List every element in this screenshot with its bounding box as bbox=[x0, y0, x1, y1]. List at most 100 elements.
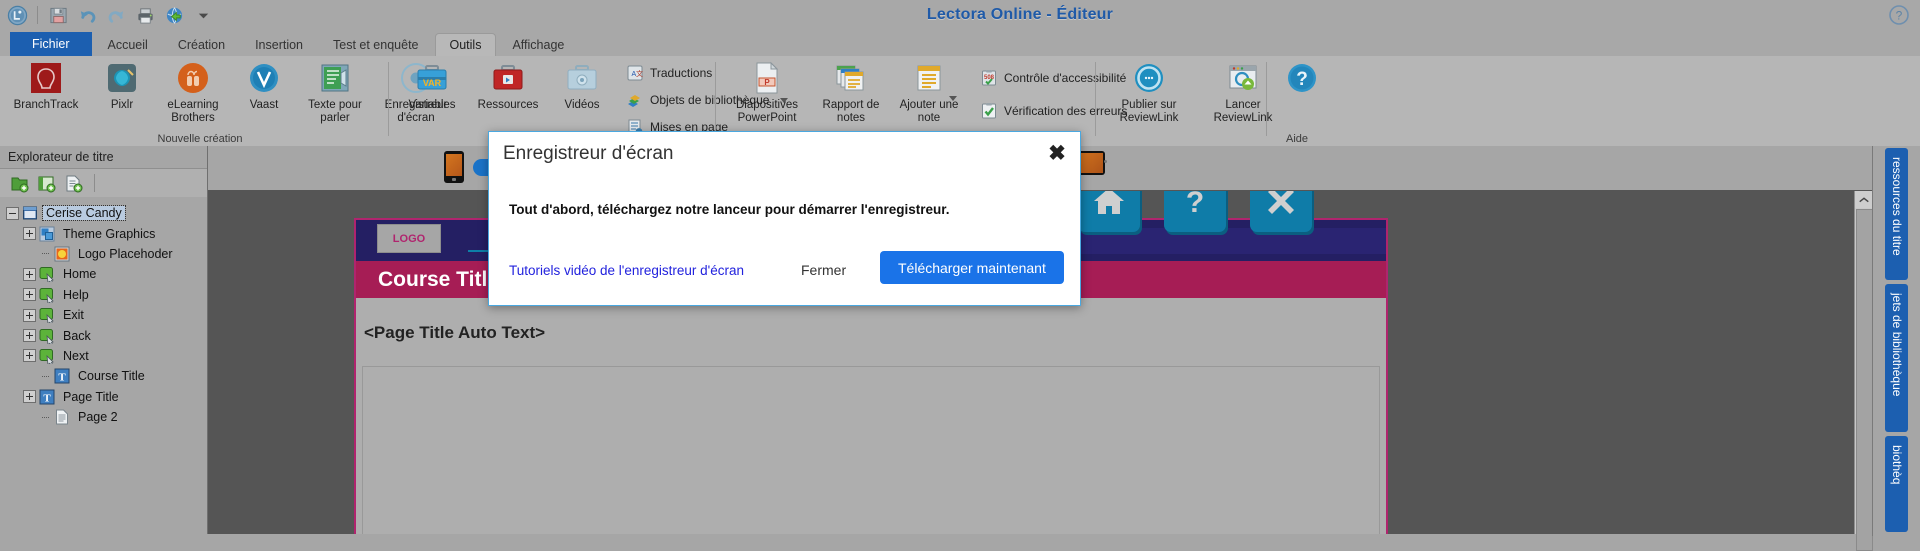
tab-outils[interactable]: Outils bbox=[434, 33, 497, 56]
undo-icon[interactable] bbox=[76, 4, 98, 26]
tree-leaf-marker bbox=[40, 371, 51, 382]
button-rapport-de-notes[interactable]: Rapport de notes bbox=[812, 56, 890, 124]
tree-item[interactable]: Theme Graphics bbox=[0, 223, 207, 243]
tree-toggle[interactable] bbox=[23, 267, 36, 281]
panel-title: Explorateur de titre bbox=[0, 146, 207, 169]
image-icon bbox=[54, 246, 70, 262]
help-question-icon-titlebar[interactable]: ? bbox=[1888, 4, 1910, 26]
add-note-icon bbox=[911, 60, 947, 96]
button-variables[interactable]: VAR Variables bbox=[396, 56, 468, 112]
logo-placeholder[interactable]: LOGO bbox=[377, 224, 441, 253]
button-ressources[interactable]: Ressources bbox=[468, 56, 548, 112]
tree-item[interactable]: T Page Title bbox=[0, 387, 207, 407]
publish-reviewlink-icon bbox=[1131, 60, 1167, 96]
text-icon: T bbox=[39, 389, 55, 405]
button-branchtrack[interactable]: BranchTrack bbox=[4, 56, 88, 112]
button-label: Diapositives PowerPoint bbox=[736, 99, 798, 124]
tree-toggle[interactable] bbox=[23, 288, 36, 302]
button-publier-sur-reviewlink[interactable]: Publier sur ReviewLink bbox=[1102, 56, 1196, 124]
tree-item-label: Exit bbox=[63, 308, 84, 323]
exit-button[interactable] bbox=[1250, 191, 1312, 232]
svg-text:?: ? bbox=[1296, 69, 1308, 90]
canvas-vertical-scrollbar[interactable] bbox=[1854, 191, 1873, 551]
chevron-down-icon[interactable] bbox=[192, 4, 214, 26]
toolbar-divider bbox=[37, 6, 38, 24]
tree-item[interactable]: Page 2 bbox=[0, 407, 207, 427]
add-section-icon[interactable] bbox=[37, 174, 56, 193]
add-page-icon[interactable] bbox=[64, 174, 83, 193]
svg-text:文: 文 bbox=[636, 69, 643, 78]
course-title-text: Course Title bbox=[378, 267, 499, 291]
tree-toggle[interactable] bbox=[23, 349, 36, 363]
tab-fichier[interactable]: Fichier bbox=[10, 32, 92, 56]
ribbon-divider bbox=[388, 62, 389, 136]
button-videos[interactable]: Vidéos bbox=[548, 56, 616, 112]
svg-text:T: T bbox=[43, 392, 51, 404]
tab-accueil[interactable]: Accueil bbox=[94, 34, 162, 56]
pixlr-icon bbox=[104, 60, 140, 96]
scroll-thumb[interactable] bbox=[1856, 209, 1873, 551]
chevron-down-icon[interactable] bbox=[949, 96, 957, 101]
tree-toggle[interactable] bbox=[23, 308, 36, 322]
print-icon[interactable] bbox=[134, 4, 156, 26]
branchtrack-icon bbox=[28, 60, 64, 96]
tab-library-objects[interactable]: jets de bibliothèque bbox=[1885, 284, 1908, 432]
tab-test-et-enquete[interactable]: Test et enquête bbox=[319, 34, 432, 56]
small-button-label: Traductions bbox=[650, 66, 713, 80]
add-chapter-icon[interactable] bbox=[10, 174, 29, 193]
button-label: Pixlr bbox=[110, 99, 134, 111]
save-icon[interactable] bbox=[47, 4, 69, 26]
title-explorer-toolbar bbox=[0, 169, 207, 198]
tree-item[interactable]: Logo Placehoder bbox=[0, 244, 207, 264]
button-ajouter-une-note[interactable]: Ajouter une note bbox=[890, 56, 968, 124]
ribbon-divider bbox=[715, 62, 716, 136]
close-icon[interactable]: ✖ bbox=[1047, 143, 1067, 164]
tree-item[interactable]: Home bbox=[0, 264, 207, 285]
preview-web-icon[interactable] bbox=[163, 4, 185, 26]
button-diapositives-powerpoint[interactable]: P Diapositives PowerPoint bbox=[722, 56, 812, 124]
redo-icon[interactable] bbox=[105, 4, 127, 26]
page-content-region[interactable] bbox=[362, 366, 1380, 534]
dialog-message: Tout d'abord, téléchargez notre lanceur … bbox=[509, 202, 950, 217]
home-button[interactable] bbox=[1078, 191, 1140, 232]
tree-item-label: Cerise Candy bbox=[42, 205, 126, 222]
tab-insertion[interactable]: Insertion bbox=[241, 34, 317, 56]
svg-text:?: ? bbox=[1896, 9, 1903, 23]
notes-report-icon bbox=[833, 60, 869, 96]
close-button[interactable]: Fermer bbox=[801, 262, 846, 278]
svg-text:508: 508 bbox=[984, 75, 995, 81]
tree-toggle[interactable] bbox=[23, 390, 36, 404]
tree-item[interactable]: T Course Title bbox=[0, 366, 207, 386]
close-x-icon bbox=[1268, 191, 1294, 214]
video-tutorials-link[interactable]: Tutoriels vidéo de l'enregistreur d'écra… bbox=[509, 263, 744, 278]
scroll-up-icon[interactable] bbox=[1855, 191, 1872, 208]
variables-icon: VAR bbox=[414, 60, 450, 96]
button-pixlr[interactable]: Pixlr bbox=[88, 56, 156, 112]
tree-toggle[interactable] bbox=[23, 227, 36, 241]
vaast-icon bbox=[246, 60, 282, 96]
tree-toggle[interactable] bbox=[23, 329, 36, 343]
button-elearning-brothers[interactable]: eLearning Brothers bbox=[156, 56, 230, 124]
download-now-button[interactable]: Télécharger maintenant bbox=[880, 251, 1064, 284]
button-aide[interactable]: ? bbox=[1268, 56, 1336, 99]
tree-toggle[interactable] bbox=[6, 206, 19, 220]
tree-leaf-marker bbox=[40, 248, 51, 259]
tab-creation[interactable]: Création bbox=[164, 34, 239, 56]
tree-item[interactable]: Cerise Candy bbox=[0, 203, 207, 223]
powerpoint-slides-icon: P bbox=[749, 60, 785, 96]
dialog-title: Enregistreur d'écran bbox=[503, 143, 674, 164]
tab-library[interactable]: biothèq bbox=[1885, 436, 1908, 532]
button-texte-pour-parler[interactable]: Texte pour parler bbox=[298, 56, 372, 124]
tree-item[interactable]: Help bbox=[0, 285, 207, 305]
svg-text:P: P bbox=[764, 78, 770, 87]
help-button[interactable]: ? bbox=[1164, 191, 1226, 232]
tree-item[interactable]: Back bbox=[0, 325, 207, 346]
tree-item[interactable]: Exit bbox=[0, 305, 207, 325]
tab-title-resources[interactable]: ressources du titre bbox=[1885, 148, 1908, 280]
page-title-auto-text[interactable]: <Page Title Auto Text> bbox=[364, 323, 545, 343]
tab-affichage[interactable]: Affichage bbox=[498, 34, 578, 56]
tree-item[interactable]: Next bbox=[0, 346, 207, 366]
phone-view-icon[interactable] bbox=[444, 151, 464, 183]
button-vaast[interactable]: Vaast bbox=[230, 56, 298, 112]
lectora-logo-icon[interactable] bbox=[6, 4, 28, 26]
